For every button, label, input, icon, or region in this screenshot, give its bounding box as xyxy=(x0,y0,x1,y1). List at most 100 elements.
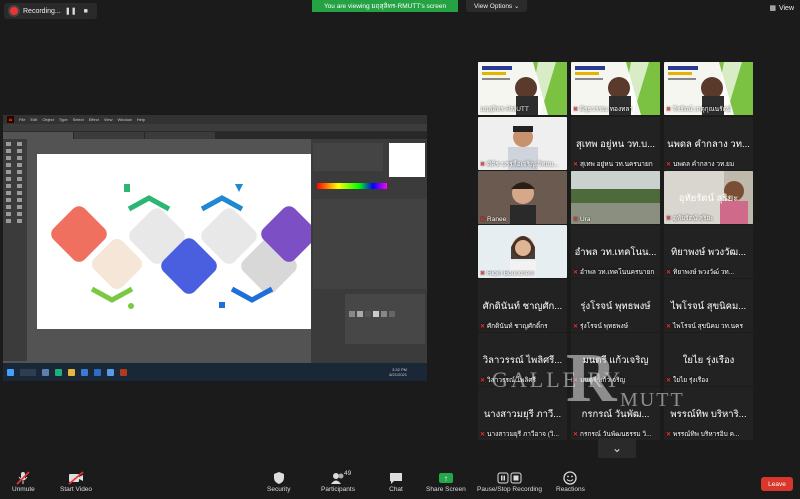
participant-tile[interactable]: มนตรี แก้วเจริญ ✕ มนตรี แก้วเจริญ xyxy=(571,333,660,386)
edge-icon[interactable] xyxy=(55,368,62,376)
mic-muted-icon: ✕ xyxy=(666,377,672,384)
taskbar-clock: 3:32 PM 8/21/2021 xyxy=(389,367,407,377)
pause-stop-recording-button[interactable]: Pause/Stop Recording xyxy=(477,470,542,493)
participant-name-tag: ✕ ผิรุธวรรณ ทองทลา xyxy=(573,104,633,114)
illustrator-taskbar-icon[interactable] xyxy=(120,368,127,376)
participant-tile[interactable]: รุ่งโรจน์ พุทธพงษ์ ✕ รุ่งโรจน์ พุทธพงษ์ xyxy=(571,279,660,332)
participant-tile[interactable]: นางสาวมยุรี ภาวี... ✕ นางสาวมยุรี ภาวีอาจ … xyxy=(478,387,567,440)
mic-muted-icon: ✕ xyxy=(573,161,579,168)
participant-name: รุ่งโรจน์ พุทธพงษ์ xyxy=(580,323,629,330)
participant-display-name: ศักดินันท์ ชาญศัก... xyxy=(482,301,563,312)
menu-item[interactable]: Object xyxy=(42,117,54,122)
start-video-button[interactable]: Start Video xyxy=(60,470,92,493)
properties-panels xyxy=(311,139,427,363)
security-button[interactable]: Security xyxy=(267,470,290,493)
participant-tile[interactable]: ✕ Ura xyxy=(571,171,660,224)
participant-name-tag: ✕ นพดล คำกลาง วท.ยม xyxy=(666,159,734,169)
chat-button[interactable]: Chat xyxy=(389,470,403,493)
document-tab[interactable] xyxy=(145,132,215,139)
taskbar-search[interactable] xyxy=(20,368,36,376)
participant-tile[interactable]: มฤสุลิทร-RMUTT xyxy=(478,62,567,115)
participant-tile[interactable]: อำพล วท.เทคโนน... ✕ อำพล วท.เทคโนนครนายก xyxy=(571,225,660,278)
participant-tile[interactable]: ทิยาพงษ์ พวงวัฒ... ✕ ทิยาพงษ์ พวงวัฒ์ วท..… xyxy=(664,225,753,278)
menu-item[interactable]: Help xyxy=(137,117,145,122)
grid-icon: ▦ xyxy=(769,5,776,12)
store-icon[interactable] xyxy=(81,368,88,376)
participant-display-name: อำพล วท.เทคโนน... xyxy=(574,247,657,258)
mic-muted-icon: ✕ xyxy=(480,377,486,384)
menu-item[interactable]: Window xyxy=(117,117,131,122)
start-video-label: Start Video xyxy=(60,486,93,493)
participant-tile[interactable]: ✕ ศิติช บรรลือเจริญ วิทยบ... xyxy=(478,117,567,170)
participant-display-name: รุ่งโรจน์ พุทธพงษ์ xyxy=(580,301,651,312)
share-screen-button[interactable]: ↑ Share Screen xyxy=(426,470,466,493)
participant-name-tag: ✕ มนตรี แก้วเจริญ xyxy=(573,375,625,385)
illustrator-logo-icon: Ai xyxy=(7,116,14,123)
participant-name: พรรณ์ทิพ บริหารอิบ ค... xyxy=(673,431,740,438)
participant-name-tag: ✕ พรรณ์ทิพ บริหารอิบ ค... xyxy=(666,429,739,439)
recording-dot-icon xyxy=(10,7,18,15)
participant-name: Rioin Boonchem xyxy=(487,270,535,277)
reactions-button[interactable]: Reactions xyxy=(556,470,585,493)
participant-name-tag: ✕ วิลาวรรณ์ ไพลิศรี xyxy=(480,375,536,385)
participant-tile[interactable]: สุเทพ อยู่หน วท.บ... ✕ สุเทพ อยู่หน วท.นคร… xyxy=(571,117,660,170)
participant-tile[interactable]: ✕ จิรรัตน์ เกตุกุณนรัตน์ xyxy=(664,62,753,115)
document-tab[interactable] xyxy=(3,132,73,139)
stop-recording-icon[interactable]: ■ xyxy=(81,6,91,16)
participant-tile[interactable]: พรรณ์ทิพ บริหาริ... ✕ พรรณ์ทิพ บริหารอิบ ค… xyxy=(664,387,753,440)
participant-display-name: ทิยาพงษ์ พวงวัฒ... xyxy=(670,247,747,258)
illustrator-menubar: Ai File Edit Object Type Select Effect V… xyxy=(3,115,427,124)
participant-name-tag: ✕ อำพล วท.เทคโนนครนายก xyxy=(573,267,654,277)
next-page-chevron-down-icon[interactable]: ⌄ xyxy=(598,438,636,458)
mic-muted-icon: ✕ xyxy=(666,323,672,330)
participant-tile[interactable]: ใยไย รุ่งเรือง ✕ ใยไย รุ่งเรือง xyxy=(664,333,753,386)
participant-tile[interactable]: กรกรณ์ วันพัฒ... ✕ กรกรณ์ วันพัฒนธรรม วิ..… xyxy=(571,387,660,440)
view-options-button[interactable]: View Options ⌄ xyxy=(466,0,528,12)
participant-tile[interactable]: อุทัยรัตน์ สุริยะ ✕ อุทัยรัตน์ สุริยะ xyxy=(664,171,753,224)
participant-tile[interactable]: วิลาวรรณ์ ไพลิศรี... ✕ วิลาวรรณ์ ไพลิศรี xyxy=(478,333,567,386)
zoom-icon[interactable] xyxy=(107,368,114,376)
folder-icon[interactable] xyxy=(68,368,75,376)
participant-tile[interactable]: ไพโรจน์ สุขนิคม... ✕ ไพโรจน์ สุขนิคม วท.นค… xyxy=(664,279,753,332)
menu-item[interactable]: File xyxy=(19,117,25,122)
participant-tile[interactable]: ✕ ผิรุธวรรณ ทองทลา xyxy=(571,62,660,115)
participants-button[interactable]: 49 Participants xyxy=(321,470,355,493)
mic-muted-icon: ✕ xyxy=(573,377,579,384)
participant-display-name: กรกรณ์ วันพัฒ... xyxy=(581,409,650,420)
document-tab[interactable] xyxy=(74,132,144,139)
menu-item[interactable]: View xyxy=(104,117,113,122)
participant-tile[interactable]: ศักดินันท์ ชาญศัก... ✕ ศักดินันท์ ชาญศักดิ… xyxy=(478,279,567,332)
menu-item[interactable]: Edit xyxy=(30,117,37,122)
panels-art xyxy=(313,143,427,344)
mic-muted-icon: ✕ xyxy=(573,269,579,276)
zoom-meeting-window: Recording... ❚❚ ■ You are viewing มฤสุลิ… xyxy=(0,0,800,499)
share-screen-icon-wrap: ↑ xyxy=(438,470,453,486)
task-view-icon[interactable] xyxy=(42,368,49,376)
mic-muted-icon: ✕ xyxy=(573,431,579,438)
participant-tile[interactable]: ✕ Ranee xyxy=(478,171,567,224)
share-screen-label: Share Screen xyxy=(426,486,466,493)
menu-item[interactable]: Effect xyxy=(89,117,99,122)
security-label: Security xyxy=(267,486,291,493)
mic-muted-icon: ✕ xyxy=(480,271,486,277)
windows-start-icon[interactable] xyxy=(7,368,14,376)
pause-recording-icon[interactable]: ❚❚ xyxy=(65,6,77,16)
leave-button[interactable]: Leave xyxy=(761,477,793,491)
participant-tile[interactable]: ✕ Rioin Boonchem xyxy=(478,225,567,278)
participants-icon: 49 xyxy=(330,470,351,486)
participants-count: 49 xyxy=(343,470,352,477)
mic-muted-icon: ✕ xyxy=(573,323,579,330)
participant-display-name: วิลาวรรณ์ ไพลิศรี... xyxy=(482,355,563,366)
menu-item[interactable]: Type xyxy=(59,117,68,122)
document-tabs xyxy=(3,132,427,139)
unmute-button[interactable]: Unmute xyxy=(12,470,35,493)
participant-display-name: ใยไย รุ่งเรือง xyxy=(682,355,735,366)
view-button[interactable]: ▦ View xyxy=(769,4,794,13)
clock-date: 8/21/2021 xyxy=(389,372,407,377)
menu-item[interactable]: Select xyxy=(73,117,84,122)
participant-name: Ura xyxy=(580,216,591,223)
participant-name: ทิยาพงษ์ พวงวัฒ์ วท... xyxy=(673,269,735,276)
participant-tile[interactable]: นพดล คำกลาง วท... ✕ นพดล คำกลาง วท.ยม xyxy=(664,117,753,170)
artboard xyxy=(37,154,321,329)
word-icon[interactable] xyxy=(94,368,101,376)
